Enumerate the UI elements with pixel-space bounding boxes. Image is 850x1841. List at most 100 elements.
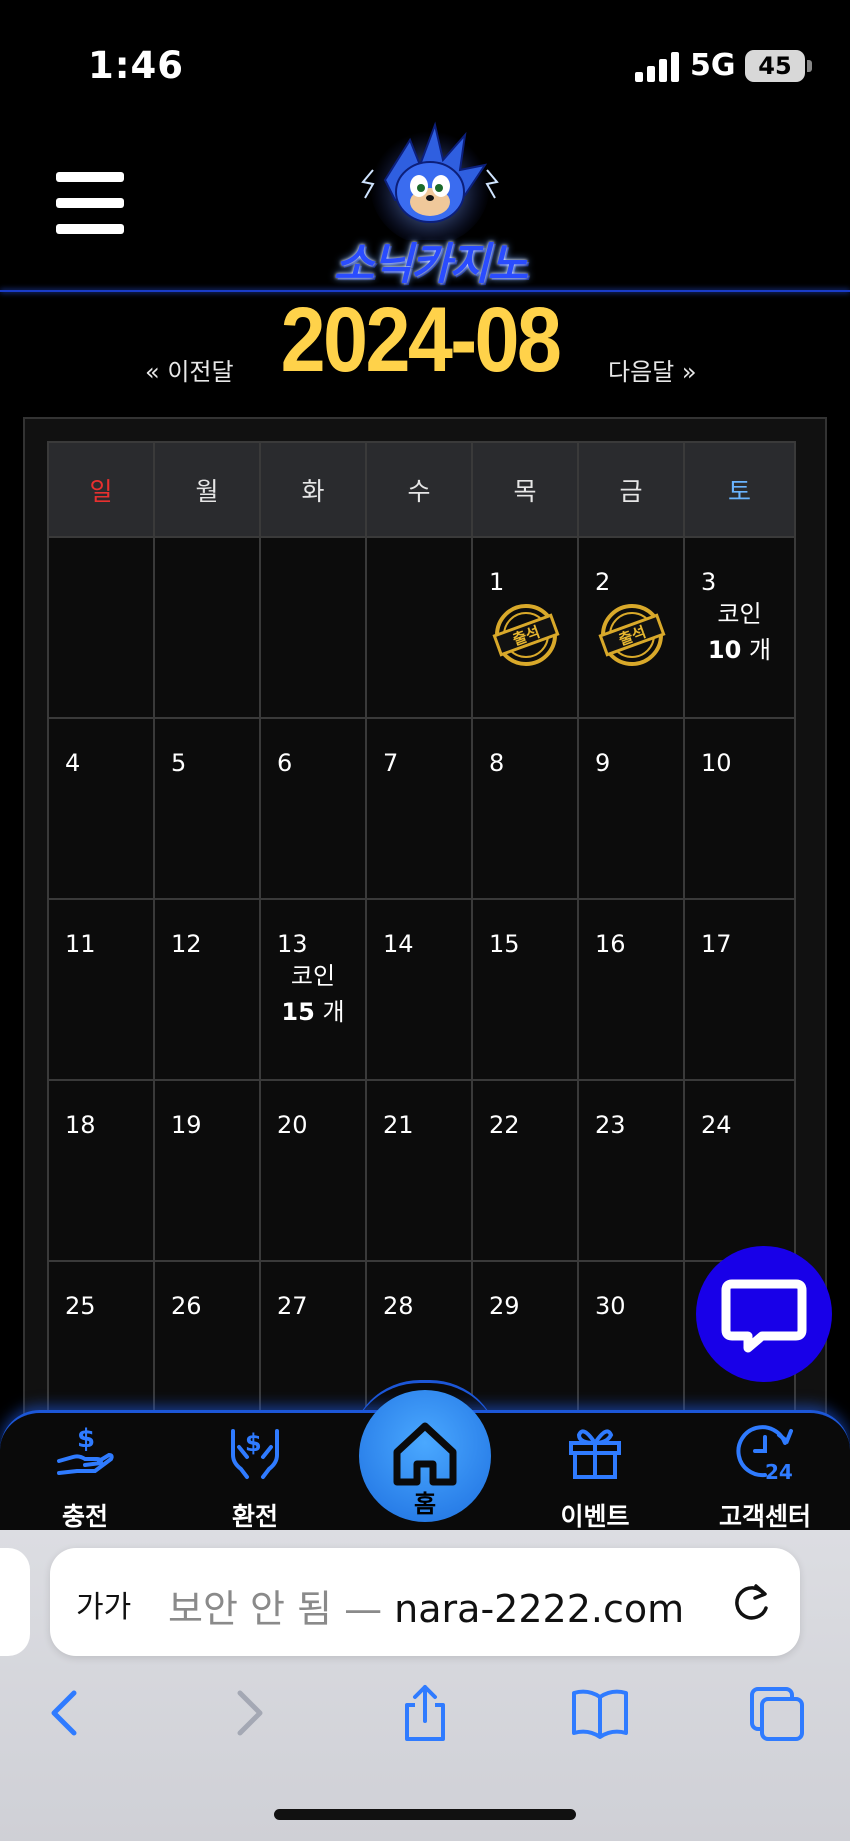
day-number: 8 [489,749,505,777]
day-number: 29 [489,1292,520,1320]
day-number: 11 [65,930,96,958]
day-number: 2 [595,568,611,596]
gift-icon [569,1429,621,1479]
day-number: 1 [489,568,505,596]
weekday-header: 금 [577,441,685,538]
nav-deposit[interactable]: $ 충전 [15,1413,155,1535]
day-number: 24 [701,1111,732,1139]
battery-icon: 45 [745,50,805,82]
home-indicator [274,1809,576,1820]
sonic-mascot-icon [361,121,499,245]
calendar-day-cell: 13 코인 15 개 [259,898,367,1081]
reload-icon[interactable] [726,1578,776,1628]
calendar-week-row: 18 19 20 21 22 23 24 [47,1079,796,1262]
coin-unit: 개 [322,998,345,1026]
day-number: 22 [489,1111,520,1139]
calendar-day-cell: 21 [365,1079,473,1262]
nav-support[interactable]: 24 고객센터 [695,1413,835,1535]
nav-label: 환전 [231,1502,278,1531]
day-number: 30 [595,1292,626,1320]
url-text: 보안 안 됨 — nara-2222.com [168,1578,684,1633]
logo-text: 소닉카지노 [333,239,528,290]
calendar-empty-cell [365,536,473,719]
tabs-icon[interactable] [748,1683,808,1743]
forward-icon[interactable] [218,1683,278,1743]
nav-exchange[interactable]: $ 환전 [185,1413,325,1535]
menu-icon[interactable] [56,172,124,234]
weekday-header-row: 일월화수목금토 [47,441,796,538]
calendar-day-cell: 16 [577,898,685,1081]
day-number: 28 [383,1292,414,1320]
calendar-day-cell: 15 [471,898,579,1081]
day-number: 27 [277,1292,308,1320]
calendar-day-cell: 7 [365,717,473,900]
day-number: 17 [701,930,732,958]
status-time: 1:46 [88,44,185,87]
day-number: 13 [277,930,308,958]
day-number: 26 [171,1292,202,1320]
calendar-day-cell: 19 [153,1079,261,1262]
nav-label: 고객센터 [718,1502,811,1531]
day-number: 6 [277,749,293,777]
day-number: 25 [65,1292,96,1320]
day-number: 7 [383,749,399,777]
calendar-empty-cell [259,536,367,719]
nav-event[interactable]: 이벤트 [525,1413,665,1535]
coin-word: 코인 [290,962,336,990]
calendar-day-cell: 3 코인 10 개 [683,536,796,719]
calendar-day-cell: 9 [577,717,685,900]
share-icon[interactable] [395,1683,455,1743]
attendance-calendar: 일월화수목금토 1 출석 2 출석 3 코인 10 개 4 5 6 7 8 9 10 11 12 13 코인 15 … [47,441,796,1443]
calendar-day-cell: 23 [577,1079,685,1262]
day-number: 15 [489,930,520,958]
site-logo[interactable]: 소닉카지노 [315,120,545,290]
text-size-button[interactable]: 가가 [76,1582,131,1626]
calendar-day-cell: 20 [259,1079,367,1262]
stamp-text: 출석 [616,623,648,649]
day-number: 4 [65,749,81,777]
deposit-hand-dollar-icon: $ [57,1424,114,1475]
address-bar[interactable]: 가가 보안 안 됨 — nara-2222.com [50,1548,800,1656]
network-type: 5G [690,48,736,83]
svg-text:$: $ [77,1424,95,1454]
calendar-day-cell: 24 [683,1079,796,1262]
calendar-day-cell: 14 [365,898,473,1081]
coin-amount-line: 10 개 [685,632,794,668]
day-number: 20 [277,1111,308,1139]
day-number: 23 [595,1111,626,1139]
calendar-day-cell: 12 [153,898,261,1081]
status-bar: 1:46 5G 45 [0,0,850,130]
nav-home-button[interactable]: 홈 [359,1390,491,1522]
day-number: 21 [383,1111,414,1139]
svg-text:$: $ [245,1429,262,1457]
svg-text:24: 24 [765,1460,793,1481]
next-month-link[interactable]: 다음달 » [608,352,697,387]
url-domain: nara-2222.com [394,1587,685,1631]
calendar-day-cell: 22 [471,1079,579,1262]
prev-month-link[interactable]: « 이전달 [145,352,234,387]
coin-reward: 코인 15 개 [261,958,365,1030]
attendance-stamp-icon: 출석 [598,604,666,666]
weekday-header: 화 [259,441,367,538]
support-24h-icon: 24 [736,1425,793,1481]
calendar-week-row: 4 5 6 7 8 9 10 [47,717,796,900]
weekday-header: 목 [471,441,579,538]
weekday-header: 토 [683,441,796,538]
calendar-day-cell: 1 출석 [471,536,579,719]
day-number: 19 [171,1111,202,1139]
attendance-stamp-icon: 출석 [492,604,560,666]
chat-bubble-icon [721,1279,807,1353]
calendar-day-cell: 17 [683,898,796,1081]
coin-amount: 10 [707,636,742,664]
exchange-hands-dollar-icon: $ [231,1429,279,1479]
calendar-day-cell: 5 [153,717,261,900]
coin-amount: 15 [281,998,315,1026]
day-number: 10 [701,749,732,777]
previous-tab-peek[interactable] [0,1548,30,1656]
coin-word: 코인 [717,600,762,628]
bookmarks-icon[interactable] [570,1683,630,1743]
calendar-day-cell: 8 [471,717,579,900]
calendar-empty-cell [153,536,261,719]
live-chat-button[interactable] [696,1246,832,1382]
back-icon[interactable] [36,1683,96,1743]
